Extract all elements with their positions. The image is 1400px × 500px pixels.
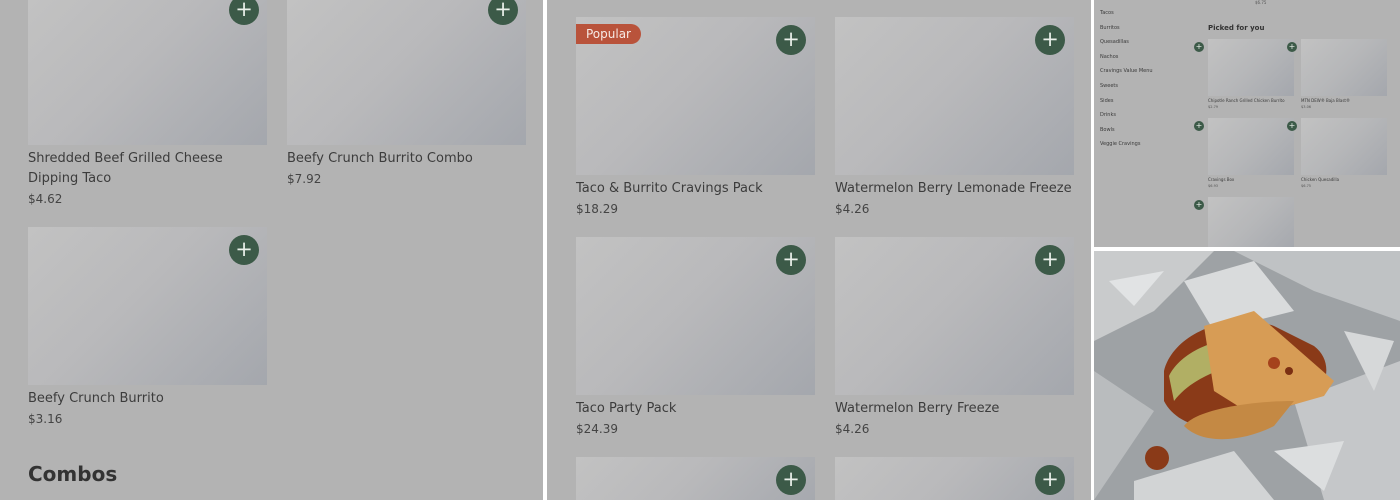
product-name: Chipotle Ranch Grilled Chicken Burrito <box>1208 98 1285 103</box>
product-image <box>1208 118 1294 175</box>
product-price: $3.06 <box>1301 105 1312 109</box>
product-name: Taco & Burrito Cravings Pack <box>576 181 763 196</box>
category-link-value-menu[interactable]: Cravings Value Menu <box>1100 68 1153 74</box>
menu-panel-overview: $6.75 Tacos Burritos Quesadillas Nachos … <box>1094 0 1400 247</box>
add-to-cart-button[interactable]: + <box>1194 42 1204 52</box>
product-name: Chicken Quesadilla <box>1301 177 1340 182</box>
add-to-cart-button[interactable]: + <box>776 25 806 55</box>
product-price: $7.92 <box>287 172 322 186</box>
product-price: $6.75 <box>1301 184 1312 188</box>
product-price: $24.39 <box>576 422 618 436</box>
popular-badge: Popular <box>576 24 641 44</box>
product-image <box>1301 118 1387 175</box>
product-image <box>287 0 526 145</box>
category-link-sides[interactable]: Sides <box>1100 98 1113 104</box>
product-image <box>1301 39 1387 96</box>
product-name: Beefy Crunch Burrito Combo <box>287 151 473 166</box>
product-name: Shredded Beef Grilled Cheese Dipping Tac… <box>28 151 223 186</box>
product-price: $3.16 <box>28 412 63 426</box>
product-name: Beefy Crunch Burrito <box>28 391 164 406</box>
product-price: $2.79 <box>1208 105 1219 109</box>
add-to-cart-button[interactable]: + <box>1194 121 1204 131</box>
add-to-cart-button[interactable]: + <box>1287 42 1297 52</box>
product-name: Cravings Box <box>1208 177 1235 182</box>
product-image <box>28 0 267 145</box>
product-price: $18.29 <box>576 202 618 216</box>
category-link-quesadillas[interactable]: Quesadillas <box>1100 39 1129 45</box>
add-to-cart-button[interactable]: + <box>1035 465 1065 495</box>
product-image <box>1208 39 1294 96</box>
section-heading-combos: Combos <box>28 462 118 486</box>
taco-photo <box>1094 251 1400 500</box>
product-price: $4.26 <box>835 202 870 216</box>
add-to-cart-button[interactable]: + <box>1287 121 1297 131</box>
add-to-cart-button[interactable]: + <box>1035 25 1065 55</box>
menu-panel-middle: Popular + Taco & Burrito Cravings Pack $… <box>547 0 1091 500</box>
product-price: $4.26 <box>835 422 870 436</box>
category-link-burritos[interactable]: Burritos <box>1100 25 1120 31</box>
product-name: Taco Party Pack <box>576 401 677 416</box>
section-title-picked-for-you: Picked for you <box>1208 24 1265 32</box>
category-link-tacos[interactable]: Tacos <box>1100 10 1114 16</box>
category-link-nachos[interactable]: Nachos <box>1100 54 1118 60</box>
add-to-cart-button[interactable]: + <box>776 245 806 275</box>
add-to-cart-button[interactable]: + <box>776 465 806 495</box>
category-link-veggie[interactable]: Veggie Cravings <box>1100 141 1140 147</box>
product-name: MTN DEW® Baja Blast® <box>1301 98 1350 103</box>
menu-panel-left: + Shredded Beef Grilled Cheese Dipping T… <box>0 0 543 500</box>
category-link-bowls[interactable]: Bowls <box>1100 127 1115 133</box>
screenshot-collage: + Shredded Beef Grilled Cheese Dipping T… <box>0 0 1400 500</box>
product-name: Watermelon Berry Lemonade Freeze <box>835 181 1072 196</box>
product-price: $4.62 <box>28 192 63 206</box>
product-price: $6.93 <box>1208 184 1219 188</box>
add-to-cart-button[interactable]: + <box>1035 245 1065 275</box>
add-to-cart-button[interactable]: + <box>1194 200 1204 210</box>
product-price: $6.75 <box>1255 0 1267 5</box>
add-to-cart-button[interactable]: + <box>229 235 259 265</box>
taco-photo-illustration <box>1094 251 1400 500</box>
category-link-drinks[interactable]: Drinks <box>1100 112 1116 118</box>
category-link-sweets[interactable]: Sweets <box>1100 83 1118 89</box>
product-name: Watermelon Berry Freeze <box>835 401 1000 416</box>
product-image <box>1208 197 1294 247</box>
